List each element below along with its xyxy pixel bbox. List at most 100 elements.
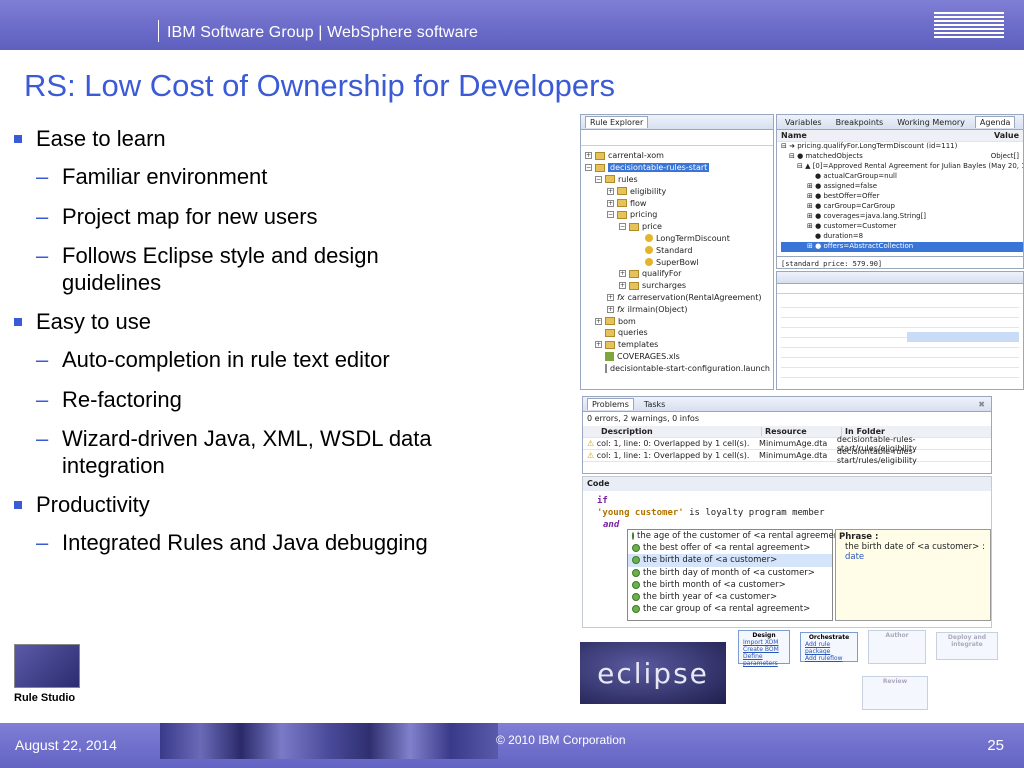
tree-item[interactable]: Standard [585,244,769,256]
tree-item[interactable]: + templates [585,339,769,351]
sub-bullet: – Auto-completion in rule text editor [36,347,390,373]
tree-item[interactable]: − rules [585,174,769,186]
phrase-icon [632,605,640,614]
phrase-icon [632,580,640,589]
bullet-productivity: Productivity [12,492,572,518]
debug-row[interactable]: ⊟ ➜ pricing.qualifyFor.LongTermDiscount … [781,142,1023,152]
footer-date: August 22, 2014 [15,737,117,753]
tree-item[interactable]: LongTermDiscount [585,233,769,245]
autocomplete-list[interactable]: the age of the customer of <a rental agr… [627,529,850,621]
tab-agenda[interactable]: Agenda [974,116,1016,128]
design-box[interactable]: Design Import XOM Create BOM Define para… [738,630,790,667]
rule-explorer-panel: Rule Explorer + carrental-xom − decisionta… [580,114,774,390]
sub-bullet: – Familiar environment [36,164,268,190]
debug-row-selected[interactable]: ⊞ ● offers=AbstractCollection [781,242,1023,252]
debug-row[interactable]: ⊞ ● bestOffer=Offer [781,192,1023,202]
problems-summary: 0 errors, 2 warnings, 0 infos [587,414,699,423]
warning-icon: ⚠ [587,451,595,460]
debug-row[interactable]: ⊟ ▲ [0]=Approved Rental Agreement for Ju… [781,162,1023,172]
sub-bullet: – Integrated Rules and Java debugging [36,530,428,556]
eclipse-logo: eclipse [580,642,726,704]
debug-tree: ⊟ ➜ pricing.qualifyFor.LongTermDiscount … [777,142,1023,252]
tree-item[interactable]: + flow [585,197,769,209]
bullet-ease-to-learn: Ease to learn [12,126,572,152]
rule-studio-icon [14,644,80,688]
debug-panel: Variables Breakpoints Working Memory Age… [776,114,1024,269]
phrase-icon [632,593,640,602]
tab-tasks[interactable]: Tasks [640,399,669,410]
tree-item[interactable]: + qualifyFor [585,268,769,280]
tree-item[interactable]: + fx ilrmain(Object) [585,303,769,315]
tree-item[interactable]: − decisiontable-rules-start [585,162,769,174]
code-label: Code [583,477,991,491]
problems-tabbar: Problems Tasks ✖ [583,397,991,412]
debug-row[interactable]: ● actualCarGroup=null [781,172,1023,182]
tab-rule-explorer[interactable]: Rule Explorer [585,116,649,128]
code-editor-panel: Code if 'young customer' is loyalty prog… [582,476,992,628]
close-icon[interactable]: ✖ [978,400,985,409]
review-box[interactable]: Review [862,676,928,710]
author-box[interactable]: Author [868,630,926,664]
debug-output: [standard price: 579.90] [777,256,1023,268]
sub-bullet: – Re-factoring [36,386,182,412]
table-tabbar [777,272,1023,284]
tab-problems[interactable]: Problems [587,398,634,410]
footer-band: August 22, 2014 © 2010 IBM Corporation 2… [0,723,1024,768]
debug-row[interactable]: ⊞ ● coverages=java.lang.String[] [781,212,1023,222]
table-selection [907,332,1019,342]
tree-item[interactable]: + surcharges [585,280,769,292]
rule-studio-label: Rule Studio [14,692,76,704]
explorer-toolbar [581,130,773,146]
sub-bullet: – Wizard-driven Java, XML, WSDL data integ… [36,426,432,478]
phrase-icon [632,532,634,541]
bullet-list: Ease to learn – Familiar environment – Pro… [12,126,572,570]
warning-icon: ⚠ [587,439,595,448]
debug-row[interactable]: ⊟ ● matchedObjects Object[] [781,152,1023,162]
tree-item[interactable]: COVERAGES.xls [585,351,769,363]
orchestrate-box[interactable]: Orchestrate Add rule package Add ruleflo… [800,632,858,662]
suggestion-item[interactable]: the best offer of <a rental agreement> [628,542,832,554]
suggestion-item-selected[interactable]: the birth date of <a customer> [628,554,832,567]
tree-item[interactable]: − price [585,221,769,233]
project-map-diagram: Design Import XOM Create BOM Define para… [738,630,1000,712]
footer-photo-strip [160,723,498,759]
suggestion-item[interactable]: the birth day of month of <a customer> [628,567,832,579]
tree-item[interactable]: + eligibility [585,185,769,197]
deploy-box[interactable]: Deploy and integrate [936,632,998,660]
phrase-icon [632,556,640,565]
tree-item[interactable]: + carrental-xom [585,150,769,162]
debug-header: Name Value [777,130,1023,142]
sub-bullet: – Follows Eclipse style and design guideli… [36,243,379,295]
tree-item[interactable]: + bom [585,315,769,327]
slide-title: RS: Low Cost of Ownership for Developers [24,68,615,103]
explorer-tree: + carrental-xom − decisiontable-rules-star… [581,146,773,374]
page-number: 25 [987,737,1004,754]
debug-row[interactable]: ⊞ ● assigned=false [781,182,1023,192]
tab-working-memory[interactable]: Working Memory [893,117,969,128]
debug-row[interactable]: ⊞ ● carGroup=CarGroup [781,202,1023,212]
footer-copyright: © 2010 IBM Corporation [496,733,626,747]
phrase-icon [632,544,640,553]
suggestion-item[interactable]: the birth year of <a customer> [628,591,832,603]
tree-item[interactable]: SuperBowl [585,256,769,268]
tree-item[interactable]: − pricing [585,209,769,221]
bullet-easy-to-use: Easy to use [12,309,572,335]
tree-item[interactable]: queries [585,327,769,339]
tab-variables[interactable]: Variables [781,117,826,128]
debug-row[interactable]: ⊞ ● customer=Customer [781,222,1023,232]
debug-row[interactable]: ● duration=8 [781,232,1023,242]
brand-line: IBM Software Group | WebSphere software [158,20,478,42]
brand-divider [158,20,159,42]
sub-bullet: – Project map for new users [36,203,318,229]
suggestion-item[interactable]: the birth month of <a customer> [628,579,832,591]
suggestion-item[interactable]: the age of the customer of <a rental agr… [628,530,850,542]
problem-row[interactable]: ⚠ col: 1, line: 1: Overlapped by 1 cell(… [583,447,991,465]
tab-breakpoints[interactable]: Breakpoints [832,117,888,128]
suggestion-item[interactable]: the car group of <a rental agreement> [628,603,832,615]
ibm-logo [934,10,1004,40]
tree-item[interactable]: + fx carreservation(RentalAgreement) [585,292,769,304]
debug-tabbar: Variables Breakpoints Working Memory Age… [777,115,1023,130]
decision-table-panel [776,271,1024,390]
tree-item[interactable]: decisiontable-start-configuration.launch [585,362,770,374]
problems-panel: Problems Tasks ✖ 0 errors, 2 warnings, 0… [582,396,992,474]
